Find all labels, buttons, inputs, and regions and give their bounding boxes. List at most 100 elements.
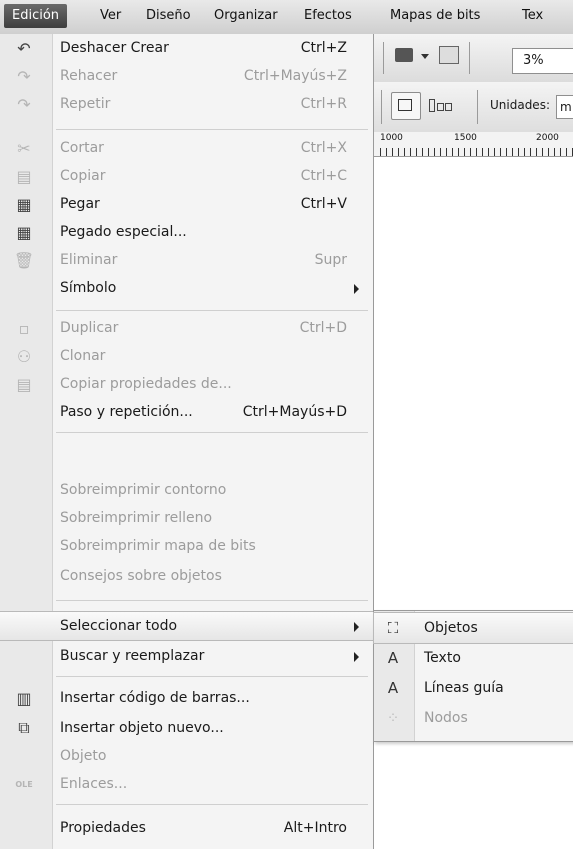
menu-bar: Edición Ver Diseño Organizar Efectos Map… bbox=[0, 0, 573, 35]
menu-item-deshacer[interactable]: ↶ Deshacer Crear Ctrl+Z bbox=[0, 34, 373, 62]
units-label: Unidades: bbox=[490, 98, 550, 112]
menu-item-label: Eliminar bbox=[60, 252, 118, 268]
launcher-icon[interactable] bbox=[439, 46, 459, 64]
menu-item-paso-repeticion[interactable]: Paso y repetición... Ctrl+Mayús+D bbox=[0, 398, 373, 426]
menu-item-label: Copiar bbox=[60, 168, 106, 184]
submenu-item-nodos[interactable]: ⁘ Nodos bbox=[374, 703, 573, 733]
insert-object-icon: ⧉ bbox=[18, 718, 30, 737]
menu-item-label: Símbolo bbox=[60, 280, 117, 296]
menu-item-codigo-barras[interactable]: ▥ Insertar código de barras... bbox=[0, 684, 373, 712]
select-text-icon: A bbox=[387, 649, 399, 667]
menu-item-copiar-propiedades[interactable]: ▤ Copiar propiedades de... bbox=[0, 370, 373, 398]
menu-diseno[interactable]: Diseño bbox=[138, 4, 199, 28]
menu-texto[interactable]: Tex bbox=[514, 4, 551, 28]
menu-item-label: Pegar bbox=[60, 196, 100, 212]
menu-ver[interactable]: Ver bbox=[92, 4, 129, 28]
menu-mapas-de-bits[interactable]: Mapas de bits bbox=[382, 4, 488, 28]
trash-icon: 🗑 bbox=[13, 250, 35, 270]
menu-separator bbox=[56, 129, 368, 130]
chevron-down-icon[interactable] bbox=[421, 54, 429, 59]
menu-edicion[interactable]: Edición bbox=[4, 4, 68, 28]
ruler-ticks bbox=[380, 148, 573, 156]
menu-item-shortcut: Ctrl+X bbox=[300, 140, 347, 156]
menu-item-pegar[interactable]: ▦ Pegar Ctrl+V bbox=[0, 190, 373, 218]
menu-item-propiedades[interactable]: Propiedades Alt+Intro bbox=[0, 814, 373, 842]
menu-item-simbolo[interactable]: Símbolo bbox=[0, 274, 373, 302]
menu-separator bbox=[56, 804, 368, 805]
clone-icon: ⚇ bbox=[16, 346, 32, 366]
select-nodes-icon: ⁘ bbox=[386, 709, 400, 727]
menu-item-shortcut: Ctrl+Mayús+Z bbox=[243, 68, 347, 84]
menu-item-shortcut: Ctrl+V bbox=[300, 196, 347, 212]
menu-item-repetir[interactable]: ↷ Repetir Ctrl+R bbox=[0, 90, 373, 118]
menu-item-seleccionar-todo[interactable]: Seleccionar todo bbox=[0, 611, 374, 641]
menu-item-cortar[interactable]: ✂ Cortar Ctrl+X bbox=[0, 134, 373, 162]
menu-item-shortcut: Supr bbox=[314, 252, 347, 268]
copy-icon: ▤ bbox=[16, 166, 32, 186]
menu-item-consejos[interactable]: Consejos sobre objetos bbox=[0, 562, 373, 590]
menu-item-buscar-reemplazar[interactable]: Buscar y reemplazar bbox=[0, 642, 373, 670]
menu-item-copiar[interactable]: ▤ Copiar Ctrl+C bbox=[0, 162, 373, 190]
menu-item-label: Propiedades bbox=[60, 820, 146, 836]
menu-item-shortcut: Ctrl+D bbox=[299, 320, 347, 336]
print-icon[interactable] bbox=[395, 48, 413, 62]
select-objects-icon: ⛶ bbox=[387, 619, 399, 637]
paste-icon: ▦ bbox=[16, 194, 32, 214]
menu-separator bbox=[56, 676, 368, 677]
menu-item-label: Seleccionar todo bbox=[60, 618, 178, 634]
menu-item-label: Cortar bbox=[60, 140, 104, 156]
edit-menu-dropdown: ↶ Deshacer Crear Ctrl+Z ↷ Rehacer Ctrl+M… bbox=[0, 34, 374, 849]
submenu-item-label: Texto bbox=[424, 650, 461, 666]
ole-icon: OLE bbox=[15, 779, 33, 789]
toolbar-separator bbox=[477, 90, 478, 124]
duplicate-icon: ▫ bbox=[18, 318, 30, 338]
zoom-level-input[interactable]: 3% bbox=[512, 48, 573, 74]
menu-separator bbox=[56, 432, 368, 433]
submenu-item-texto[interactable]: A Texto bbox=[374, 643, 573, 673]
menu-item-eliminar[interactable]: 🗑 Eliminar Supr bbox=[0, 246, 373, 274]
scissors-icon: ✂ bbox=[17, 138, 31, 158]
menu-item-label: Duplicar bbox=[60, 320, 119, 336]
menu-item-insertar-objeto[interactable]: ⧉ Insertar objeto nuevo... bbox=[0, 714, 373, 742]
select-guides-icon: A bbox=[387, 679, 399, 697]
paste-special-icon: ▦ bbox=[16, 222, 32, 242]
drawing-canvas[interactable] bbox=[373, 157, 573, 849]
menu-item-label: Insertar código de barras... bbox=[60, 690, 250, 706]
menu-item-label: Copiar propiedades de... bbox=[60, 376, 232, 392]
toolbar-separator bbox=[383, 42, 384, 74]
menu-organizar[interactable]: Organizar bbox=[206, 4, 286, 28]
ruler-label: 2000 bbox=[536, 133, 559, 143]
menu-item-sobreimprimir-relleno[interactable]: Sobreimprimir relleno bbox=[0, 504, 373, 532]
menu-item-rehacer[interactable]: ↷ Rehacer Ctrl+Mayús+Z bbox=[0, 62, 373, 90]
menu-separator bbox=[56, 310, 368, 311]
menu-item-label: Paso y repetición... bbox=[60, 404, 193, 420]
ruler-label: 1000 bbox=[380, 133, 403, 143]
treat-as-filled-button[interactable] bbox=[391, 92, 421, 120]
submenu-arrow-icon bbox=[354, 284, 359, 294]
menu-item-sobreimprimir-mapa-bits[interactable]: Sobreimprimir mapa de bits bbox=[0, 532, 373, 560]
menu-item-label: Buscar y reemplazar bbox=[60, 648, 205, 664]
menu-item-sobreimprimir-contorno[interactable]: Sobreimprimir contorno bbox=[0, 476, 373, 504]
menu-item-label: Clonar bbox=[60, 348, 106, 364]
menu-item-enlaces[interactable]: OLE Enlaces... bbox=[0, 770, 373, 798]
nodes-align-icon[interactable] bbox=[429, 99, 453, 112]
units-select[interactable]: m bbox=[556, 95, 573, 119]
undo-icon: ↶ bbox=[17, 38, 31, 58]
menu-item-label: Insertar objeto nuevo... bbox=[60, 720, 224, 736]
menu-item-objeto[interactable]: Objeto bbox=[0, 742, 373, 770]
menu-item-duplicar[interactable]: ▫ Duplicar Ctrl+D bbox=[0, 314, 373, 342]
menu-item-pegado-especial[interactable]: ▦ Pegado especial... bbox=[0, 218, 373, 246]
menu-item-label: Enlaces... bbox=[60, 776, 128, 792]
menu-item-label: Deshacer Crear bbox=[60, 40, 169, 56]
menu-item-shortcut: Ctrl+R bbox=[300, 96, 347, 112]
menu-item-shortcut: Ctrl+C bbox=[300, 168, 347, 184]
submenu-arrow-icon bbox=[354, 652, 359, 662]
menu-item-clonar[interactable]: ⚇ Clonar bbox=[0, 342, 373, 370]
menu-efectos[interactable]: Efectos bbox=[296, 4, 360, 28]
submenu-item-objetos[interactable]: ⛶ Objetos bbox=[373, 612, 573, 644]
menu-item-label: Repetir bbox=[60, 96, 111, 112]
toolbar-separator bbox=[381, 90, 382, 124]
select-all-submenu: ⛶ Objetos A Texto A Líneas guía ⁘ Nodos bbox=[373, 610, 573, 742]
submenu-item-lineas-guia[interactable]: A Líneas guía bbox=[374, 673, 573, 703]
ruler-label: 1500 bbox=[454, 133, 477, 143]
